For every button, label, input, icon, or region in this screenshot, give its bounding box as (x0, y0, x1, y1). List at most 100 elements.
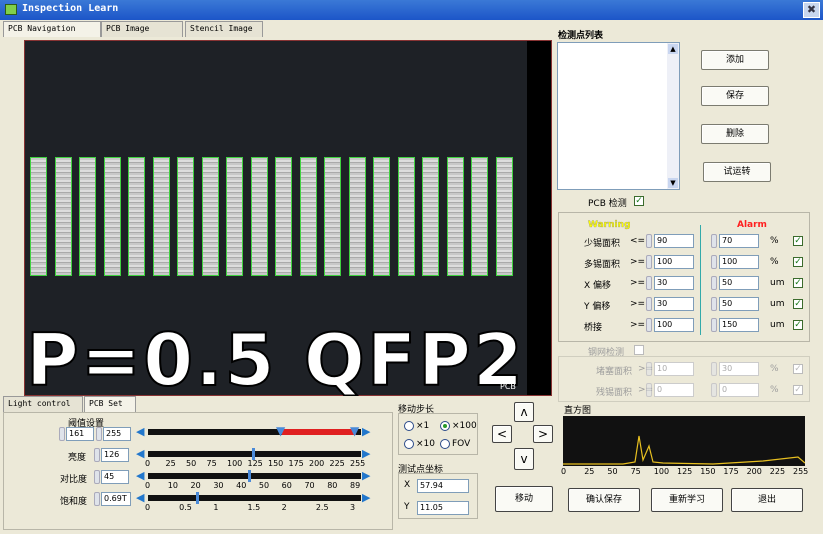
saturation-handle[interactable] (196, 492, 199, 504)
stencil-row-checkbox[interactable]: ✓ (793, 385, 803, 395)
tab-pcb-image[interactable]: PCB Image (101, 21, 183, 37)
test-run-button[interactable]: 试运转 (703, 162, 771, 182)
threshold-warn-input[interactable]: 30 (654, 276, 694, 290)
scale-tick-label: 225 (329, 459, 345, 468)
step-fov-radio[interactable] (440, 439, 450, 449)
thr-right-arrow-icon[interactable]: ▶ (362, 426, 374, 438)
contrast-spinner[interactable] (94, 470, 100, 484)
scale-tick-label: 1 (213, 503, 219, 512)
threshold-warn-spinner[interactable] (646, 234, 652, 248)
threshold-row-checkbox[interactable]: ✓ (793, 299, 803, 309)
threshold-warn-spinner[interactable] (646, 276, 652, 290)
threshold-warn-spinner[interactable] (646, 318, 652, 332)
tab-stencil-image[interactable]: Stencil Image (185, 21, 263, 37)
scale-tick-label: 0 (561, 467, 567, 476)
stencil-row-checkbox[interactable]: ✓ (793, 364, 803, 374)
saturation-input[interactable]: 0.69T (101, 492, 131, 506)
threshold-row-checkbox[interactable]: ✓ (793, 257, 803, 267)
thr-left-arrow-icon[interactable]: ◀ (136, 426, 148, 438)
threshold-warn-input[interactable]: 30 (654, 297, 694, 311)
thr-high-handle-icon[interactable]: ▼ (350, 424, 362, 438)
threshold-alarm-spinner[interactable] (711, 276, 717, 290)
stencil-warn-input[interactable]: 10 (654, 362, 694, 376)
threshold-row-checkbox[interactable]: ✓ (793, 236, 803, 246)
pcb-overlay-label: PCB (500, 382, 516, 391)
move-right-button[interactable]: > (533, 425, 553, 443)
saturation-right-icon[interactable]: ▶ (362, 492, 374, 504)
solder-pad (446, 157, 464, 276)
exit-button[interactable]: 退出 (731, 488, 803, 512)
threshold-row-op: >= (630, 278, 646, 288)
threshold-alarm-spinner[interactable] (711, 234, 717, 248)
thr-low-input[interactable]: 161 (66, 427, 94, 441)
scale-tick-label: 50 (258, 481, 270, 490)
move-down-button[interactable]: v (514, 448, 534, 470)
scale-tick-label: 100 (653, 467, 670, 476)
close-button[interactable]: ✖ (803, 2, 820, 18)
threshold-alarm-spinner[interactable] (711, 318, 717, 332)
solder-pad (422, 157, 439, 276)
save-button[interactable]: 保存 (701, 86, 769, 106)
threshold-alarm-input[interactable]: 100 (719, 255, 759, 269)
move-button[interactable]: 移动 (495, 486, 553, 512)
stencil-alarm-spinner[interactable] (711, 383, 717, 397)
threshold-alarm-input[interactable]: 50 (719, 297, 759, 311)
add-button[interactable]: 添加 (701, 50, 769, 70)
relearn-button[interactable]: 重新学习 (651, 488, 723, 512)
stencil-warn-spinner[interactable] (646, 362, 652, 376)
step-x100-label: ×100 (452, 421, 477, 431)
scroll-down-icon[interactable]: ▼ (668, 178, 678, 188)
threshold-warn-spinner[interactable] (646, 255, 652, 269)
thr-low-spinner[interactable] (59, 427, 65, 441)
y-coord-input[interactable]: 11.05 (417, 501, 469, 515)
saturation-spinner[interactable] (94, 492, 100, 506)
threshold-warn-spinner[interactable] (646, 297, 652, 311)
saturation-track[interactable] (148, 495, 361, 501)
contrast-track[interactable] (148, 473, 361, 479)
x-coord-input[interactable]: 57.94 (417, 479, 469, 493)
tab-pcb-set[interactable]: PCB Set (84, 396, 136, 412)
move-left-button[interactable]: < (492, 425, 512, 443)
threshold-alarm-spinner[interactable] (711, 297, 717, 311)
stencil-warn-spinner[interactable] (646, 383, 652, 397)
step-x1-radio[interactable] (404, 421, 414, 431)
move-up-button[interactable]: ʌ (514, 402, 534, 422)
threshold-row-label: X 偏移 (584, 281, 612, 291)
stencil-warn-input[interactable]: 0 (654, 383, 694, 397)
threshold-alarm-spinner[interactable] (711, 255, 717, 269)
stencil-alarm-input[interactable]: 0 (719, 383, 759, 397)
contrast-input[interactable]: 45 (101, 470, 129, 484)
point-list[interactable] (557, 42, 680, 190)
confirm-save-button[interactable]: 确认保存 (568, 488, 640, 512)
y-label: Y (404, 502, 410, 512)
tab-pcb-navigation[interactable]: PCB Navigation (3, 21, 101, 37)
thr-high-spinner[interactable] (96, 427, 102, 441)
thr-high-input[interactable]: 255 (103, 427, 131, 441)
contrast-handle[interactable] (248, 470, 251, 482)
threshold-warn-input[interactable]: 100 (654, 318, 694, 332)
threshold-row-checkbox[interactable]: ✓ (793, 320, 803, 330)
threshold-warn-input[interactable]: 100 (654, 255, 694, 269)
histogram-background (563, 416, 805, 466)
solder-pad (495, 157, 513, 276)
step-x10-radio[interactable] (404, 439, 414, 449)
threshold-warn-input[interactable]: 90 (654, 234, 694, 248)
tab-light-control[interactable]: Light control (3, 396, 83, 412)
brightness-spinner[interactable] (94, 448, 100, 462)
contrast-right-icon[interactable]: ▶ (362, 470, 374, 482)
silkscreen-text: P=0.5 QFP2 (26, 318, 525, 396)
stencil-alarm-spinner[interactable] (711, 362, 717, 376)
point-list-scrollbar[interactable] (667, 43, 679, 189)
stencil-alarm-input[interactable]: 30 (719, 362, 759, 376)
thr-low-handle-icon[interactable]: ▼ (276, 424, 288, 438)
threshold-row-checkbox[interactable]: ✓ (793, 278, 803, 288)
stencil-check-checkbox[interactable] (634, 345, 644, 355)
brightness-input[interactable]: 126 (101, 448, 129, 462)
step-x100-radio[interactable] (440, 421, 450, 431)
threshold-alarm-input[interactable]: 70 (719, 234, 759, 248)
pcb-check-checkbox[interactable]: ✓ (634, 196, 644, 206)
scroll-up-icon[interactable]: ▲ (668, 44, 678, 54)
delete-button[interactable]: 删除 (701, 124, 769, 144)
threshold-alarm-input[interactable]: 50 (719, 276, 759, 290)
threshold-alarm-input[interactable]: 150 (719, 318, 759, 332)
